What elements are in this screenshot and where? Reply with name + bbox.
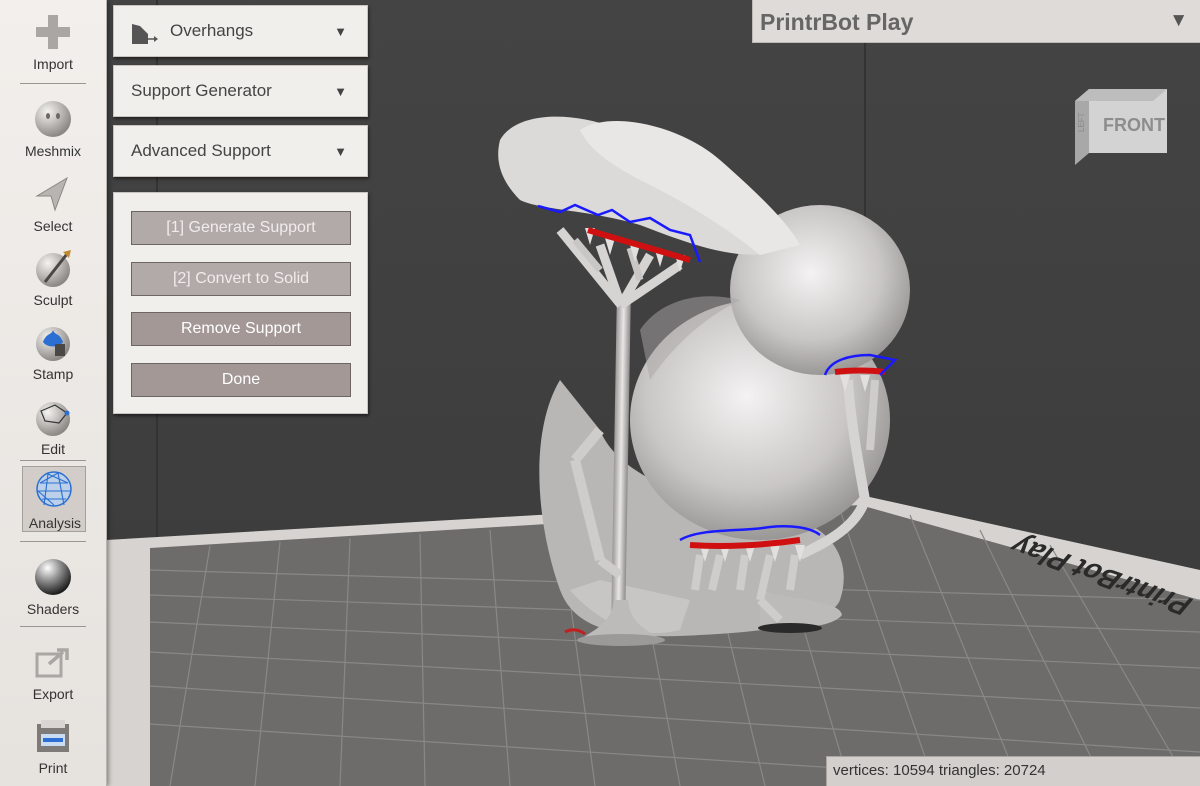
generate-support-button[interactable]: [1] Generate Support (131, 211, 351, 245)
printer-select[interactable]: PrintrBot Play ▼ (752, 0, 1200, 43)
edit-mesh-icon (36, 402, 70, 436)
shader-ball-icon (35, 559, 71, 595)
view-cube[interactable]: FRONT LEFT (1075, 87, 1167, 167)
chevron-down-icon: ▼ (334, 84, 347, 99)
overhangs-dropdown[interactable]: Overhangs ▼ (113, 5, 368, 57)
shaders-label: Shaders (26, 601, 80, 617)
select-button[interactable]: Select (6, 170, 100, 240)
import-label: Import (33, 56, 73, 72)
plus-icon (36, 15, 70, 49)
analysis-mesh-icon (36, 471, 72, 507)
analysis-button[interactable]: Analysis (22, 466, 86, 532)
sculpt-label: Sculpt (33, 292, 73, 308)
chevron-down-icon: ▼ (1169, 10, 1188, 31)
stamp-label: Stamp (32, 366, 74, 382)
export-label: Export (32, 686, 74, 702)
analysis-label: Analysis (28, 515, 82, 531)
stamp-button[interactable]: Stamp (6, 318, 100, 388)
stamp-icon (36, 327, 70, 361)
left-toolbar: Import Meshmix Select Sculpt Stamp Edit … (0, 0, 107, 786)
edit-button[interactable]: Edit (6, 393, 100, 463)
edit-label: Edit (40, 441, 66, 457)
print-label: Print (38, 760, 68, 776)
chevron-down-icon: ▼ (334, 24, 347, 39)
support-generator-label: Support Generator (131, 81, 272, 100)
mesh-stats: vertices: 10594 triangles: 20724 (833, 762, 1046, 779)
support-generator-dropdown[interactable]: Support Generator ▼ (113, 65, 368, 117)
print-button[interactable]: Print (6, 712, 100, 782)
select-label: Select (33, 218, 73, 234)
overhangs-label: Overhangs (170, 21, 254, 40)
support-actions-panel: [1] Generate Support [2] Convert to Soli… (113, 192, 368, 414)
meshmix-button[interactable]: Meshmix (6, 95, 100, 165)
face-sphere-icon (35, 101, 71, 137)
status-bar: vertices: 10594 triangles: 20724 (826, 756, 1200, 786)
cursor-arrow-icon (35, 176, 68, 212)
cube-front-label: FRONT (1103, 115, 1165, 135)
brush-sphere-icon (36, 250, 71, 287)
export-button[interactable]: Export (6, 638, 100, 708)
advanced-support-label: Advanced Support (131, 141, 271, 160)
advanced-support-dropdown[interactable]: Advanced Support ▼ (113, 125, 368, 177)
overhang-icon (132, 24, 158, 44)
printer-name: PrintrBot Play (760, 9, 914, 35)
cube-left-label: LEFT (1077, 112, 1086, 132)
import-button[interactable]: Import (6, 8, 100, 78)
sculpt-button[interactable]: Sculpt (6, 244, 100, 314)
remove-support-button[interactable]: Remove Support (131, 312, 351, 346)
meshmix-label: Meshmix (24, 143, 81, 159)
shaders-button[interactable]: Shaders (6, 553, 100, 623)
export-icon (35, 648, 69, 678)
convert-to-solid-button[interactable]: [2] Convert to Solid (131, 262, 351, 296)
printer-icon (37, 720, 69, 752)
chevron-down-icon: ▼ (334, 144, 347, 159)
done-button[interactable]: Done (131, 363, 351, 397)
